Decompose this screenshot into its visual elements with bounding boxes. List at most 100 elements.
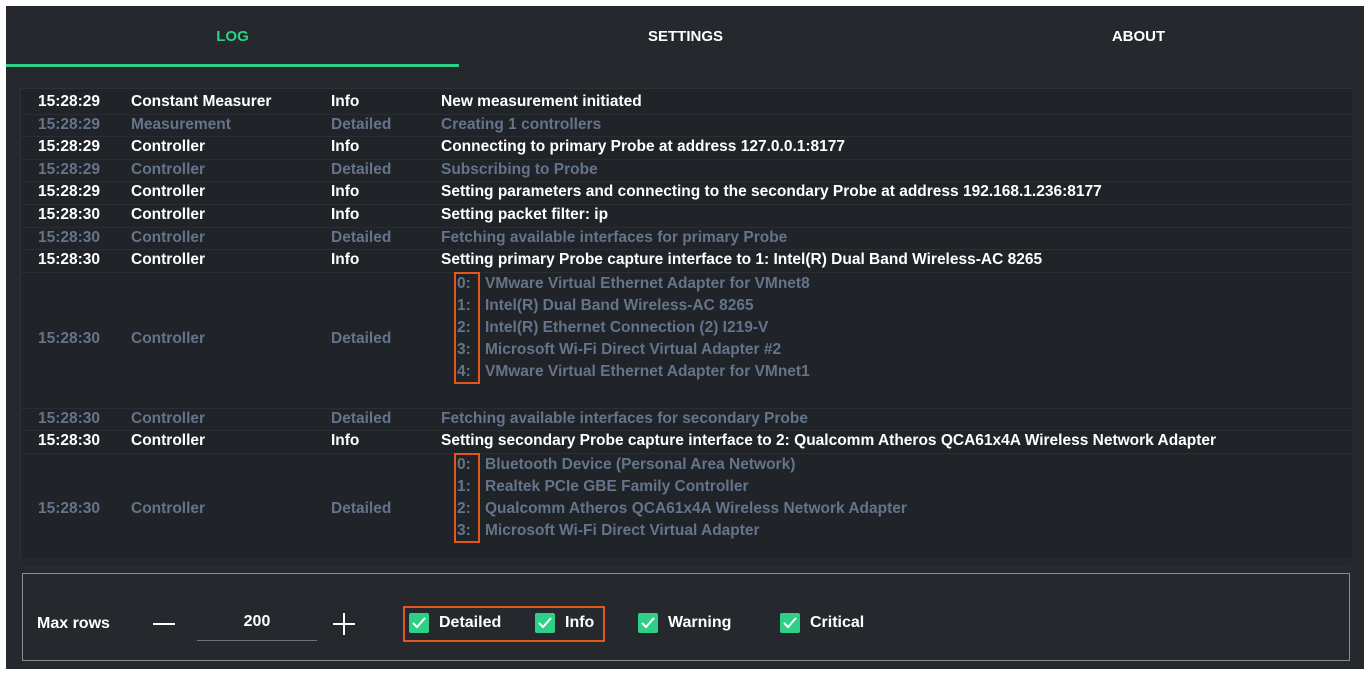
increment-button[interactable] (333, 612, 355, 636)
log-time: 15:28:30 (38, 228, 101, 246)
log-message: Fetching available interfaces for primar… (441, 228, 788, 246)
controls-panel: Max rows Detailed Info Warning Critical (22, 573, 1350, 661)
log-row[interactable]: 15:28:29 Measurement Detailed Creating 1 co… (21, 114, 1351, 138)
log-level: Detailed (331, 160, 392, 178)
log-level: Info (331, 93, 360, 110)
log-row[interactable]: 15:28:30 Controller Detailed Fetching avail… (21, 408, 1351, 432)
filter-detailed-checkbox[interactable]: Detailed (409, 612, 501, 634)
log-source: Controller (131, 206, 206, 223)
log-time: 15:28:30 (38, 329, 101, 347)
log-source: Constant Measurer (131, 93, 272, 110)
log-message: Setting secondary Probe capture interfac… (441, 432, 1217, 450)
log-table[interactable]: 15:28:29 Constant Measurer Info New measure… (20, 88, 1352, 568)
interface-index: 3: (457, 522, 471, 539)
log-row[interactable]: 15:28:30 Controller Info Setting primary Pr… (21, 249, 1351, 273)
max-rows-input[interactable] (197, 604, 317, 641)
log-message: Subscribing to Probe (441, 160, 598, 178)
checkmark-icon (409, 613, 429, 633)
max-rows-label: Max rows (37, 615, 110, 632)
interface-index: 3: (457, 340, 471, 358)
interface-name: Bluetooth Device (Personal Area Network) (485, 456, 796, 473)
log-row[interactable]: 15:28:29 Constant Measurer Info New measure… (21, 91, 1351, 115)
log-row[interactable]: 15:28:30 Controller Info Setting secondary … (21, 430, 1351, 454)
log-level: Detailed (331, 329, 392, 347)
filter-critical-label: Critical (810, 614, 865, 631)
log-level: Info (331, 183, 360, 201)
log-message: Fetching available interfaces for second… (441, 409, 808, 427)
log-level: Detailed (331, 500, 392, 517)
log-row[interactable]: 15:28:30 Controller Detailed 0: VMware Virtu… (21, 271, 1351, 409)
log-source: Controller (131, 138, 206, 156)
log-time: 15:28:29 (38, 160, 101, 178)
interface-name: Microsoft Wi-Fi Direct Virtual Adapter (485, 522, 760, 539)
log-row[interactable]: 15:28:29 Controller Info Setting parameters… (21, 181, 1351, 205)
interface-name: Realtek PCIe GBE Family Controller (485, 478, 749, 495)
log-source: Controller (131, 228, 206, 246)
log-message: Creating 1 controllers (441, 115, 602, 133)
tab-settings[interactable]: SETTINGS (459, 6, 912, 66)
log-row[interactable]: 15:28:30 Controller Info Setting packet fil… (21, 204, 1351, 228)
log-message-line: 0: Bluetooth Device (Personal Area Networ… (457, 454, 907, 476)
log-message-lines: 0: Bluetooth Device (Personal Area Networ… (457, 454, 907, 542)
active-tab-indicator (6, 64, 459, 67)
log-message-lines: 0: VMware Virtual Ethernet Adapter for VM… (457, 273, 810, 383)
log-level: Info (331, 432, 360, 450)
log-message: Setting parameters and connecting to the… (441, 183, 1102, 201)
interface-index: 0: (457, 456, 471, 473)
tab-about[interactable]: ABOUT (912, 6, 1365, 66)
log-level: Detailed (331, 409, 392, 427)
checkmark-icon (780, 613, 800, 633)
log-source: Controller (131, 160, 206, 178)
log-time: 15:28:30 (38, 251, 101, 269)
log-level: Info (331, 206, 360, 223)
tab-bar: LOG SETTINGS ABOUT (6, 6, 1365, 67)
filter-warning-checkbox[interactable]: Warning (638, 612, 731, 634)
log-source: Controller (131, 500, 206, 517)
log-message: Connecting to primary Probe at address 1… (441, 138, 846, 156)
interface-name: Qualcomm Atheros QCA61x4A Wireless Netwo… (485, 500, 907, 517)
filter-critical-checkbox[interactable]: Critical (780, 612, 864, 634)
log-row[interactable]: 15:28:29 Controller Detailed Subscribing to… (21, 159, 1351, 183)
log-message-line: 2: Qualcomm Atheros QCA61x4A Wireless Net… (457, 498, 907, 520)
log-time: 15:28:30 (38, 500, 101, 517)
log-source: Controller (131, 432, 206, 450)
decrement-button[interactable] (153, 612, 175, 636)
interface-name: Intel(R) Ethernet Connection (2) I219-V (485, 318, 769, 336)
log-level: Info (331, 251, 360, 269)
log-source: Controller (131, 183, 206, 201)
log-level: Info (331, 138, 360, 156)
interface-index: 4: (457, 362, 471, 380)
log-message-line: 4: VMware Virtual Ethernet Adapter for VM… (457, 361, 810, 383)
log-message: Setting packet filter: ip (441, 206, 609, 223)
log-message-line: 2: Intel(R) Ethernet Connection (2) I219-… (457, 317, 810, 339)
interface-index: 1: (457, 296, 471, 314)
log-message-line: 3: Microsoft Wi-Fi Direct Virtual Adapter (457, 520, 907, 542)
log-row[interactable]: 15:28:30 Controller Detailed 0: Bluetooth De… (21, 453, 1351, 568)
filter-detailed-label: Detailed (439, 614, 502, 631)
log-time: 15:28:29 (38, 115, 101, 133)
log-source: Measurement (131, 115, 231, 133)
log-message-line: 0: VMware Virtual Ethernet Adapter for VM… (457, 273, 810, 295)
log-time: 15:28:29 (38, 138, 101, 156)
log-source: Controller (131, 251, 206, 269)
log-source: Controller (131, 409, 206, 427)
log-time: 15:28:30 (38, 206, 101, 223)
log-row[interactable]: 15:28:29 Controller Info Connecting to prim… (21, 136, 1351, 160)
app-window: LOG SETTINGS ABOUT 15:28:29 Constant Meas… (6, 6, 1364, 669)
log-time: 15:28:30 (38, 409, 101, 427)
filter-info-checkbox[interactable]: Info (535, 612, 594, 634)
interface-index: 0: (457, 274, 471, 292)
interface-name: Microsoft Wi-Fi Direct Virtual Adapter #… (485, 340, 782, 358)
log-row[interactable]: 15:28:30 Controller Detailed Fetching avail… (21, 227, 1351, 251)
log-message-line: 3: Microsoft Wi-Fi Direct Virtual Adapter… (457, 339, 810, 361)
interface-index: 2: (457, 318, 471, 336)
interface-name: VMware Virtual Ethernet Adapter for VMne… (485, 362, 810, 380)
log-source: Controller (131, 329, 206, 347)
log-message-line: 1: Realtek PCIe GBE Family Controller (457, 476, 907, 498)
log-message-line: 1: Intel(R) Dual Band Wireless-AC 8265 (457, 295, 810, 317)
log-message: New measurement initiated (441, 93, 642, 110)
interface-index: 1: (457, 478, 471, 495)
filter-info-label: Info (565, 614, 595, 631)
tab-log[interactable]: LOG (6, 6, 459, 66)
checkmark-icon (638, 613, 658, 633)
